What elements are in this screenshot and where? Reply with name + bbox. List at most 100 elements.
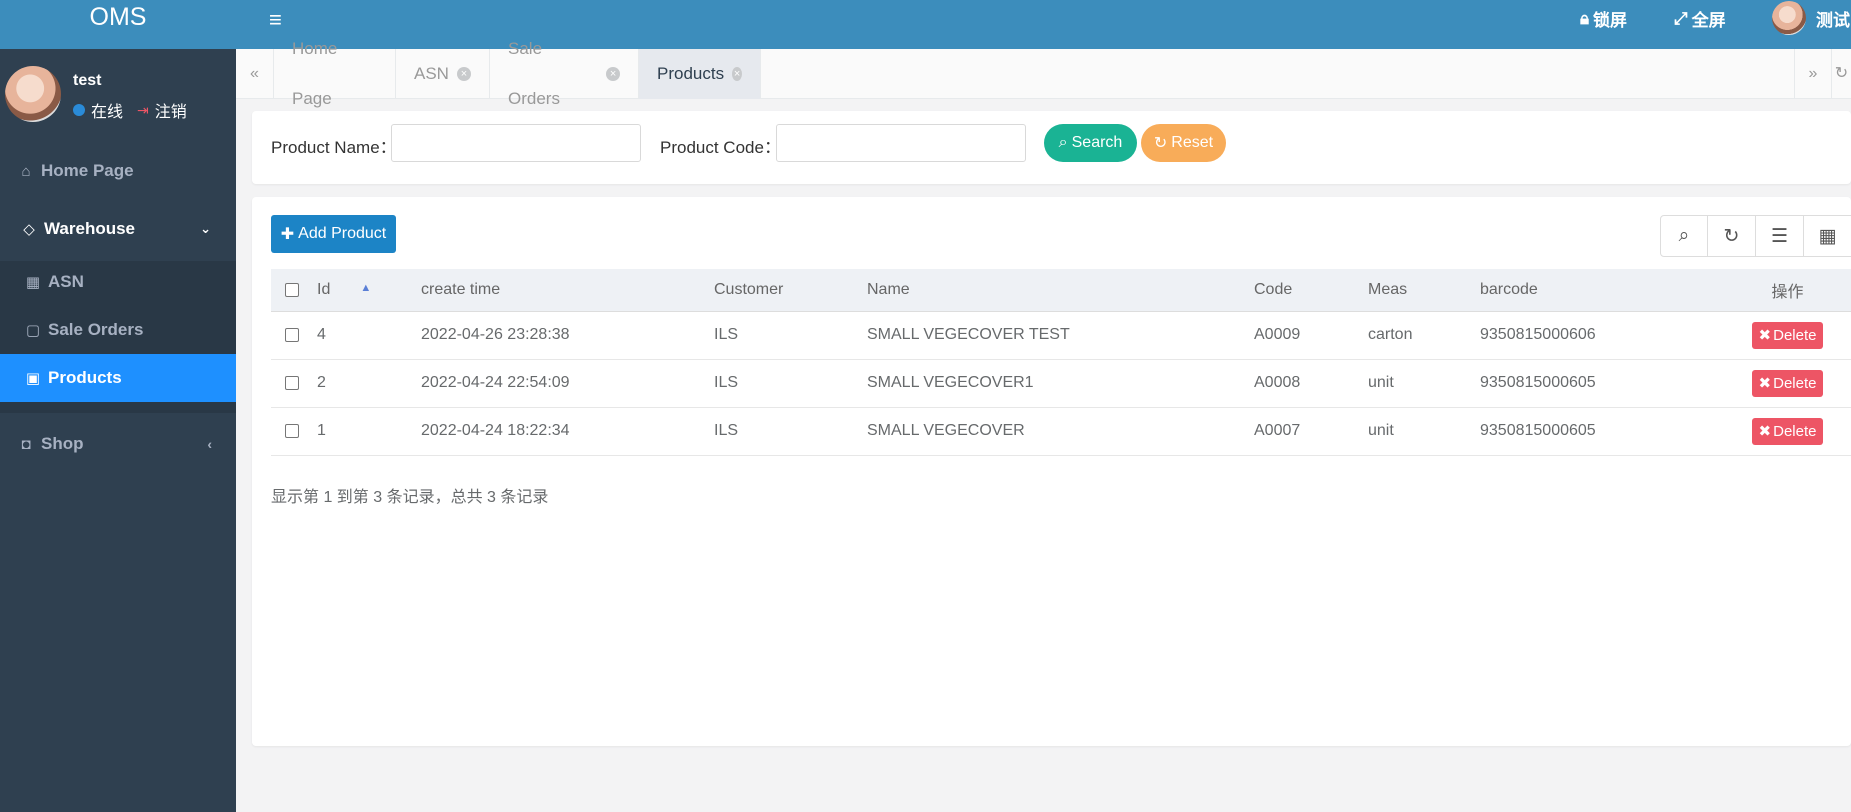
- cell-meas: carton: [1368, 311, 1480, 360]
- table-icon: ▦: [25, 274, 41, 291]
- chevron-left-icon: ‹: [207, 436, 212, 452]
- user-avatar[interactable]: [1772, 1, 1806, 35]
- table-row: 4 2022-04-26 23:28:38 ILS SMALL VEGECOVE…: [271, 311, 1851, 360]
- app-brand[interactable]: OMS: [0, 0, 236, 49]
- refresh-icon: ↻: [1153, 135, 1168, 152]
- cell-create-time: 2022-04-24 22:54:09: [421, 359, 714, 408]
- profile-name: test: [73, 72, 102, 89]
- tab-label: Products: [657, 64, 725, 83]
- column-header-create-time: create time: [421, 269, 714, 312]
- cell-customer: ILS: [714, 407, 867, 456]
- close-icon[interactable]: ×: [732, 67, 742, 81]
- column-header-meas: Meas: [1368, 269, 1480, 312]
- sidebar-item-label: Warehouse: [44, 219, 136, 238]
- menu-toggle-icon[interactable]: ≡: [269, 7, 282, 33]
- column-header-name: Name: [867, 269, 1254, 312]
- cell-code: A0007: [1254, 407, 1368, 456]
- product-name-input[interactable]: [391, 124, 641, 162]
- top-navbar: ≡ 🔒︎ 锁屏 ⤢ 全屏 测试: [236, 0, 1851, 49]
- cell-create-time: 2022-04-26 23:28:38: [421, 311, 714, 360]
- search-button[interactable]: ⌕ Search: [1044, 124, 1137, 162]
- column-header-label: Id: [317, 280, 331, 298]
- logout-link[interactable]: 注销: [155, 98, 187, 122]
- tabs-scroll-left-icon[interactable]: «: [236, 49, 274, 99]
- delete-button[interactable]: ✖ Delete: [1751, 321, 1824, 349]
- cell-name: SMALL VEGECOVER: [867, 407, 1254, 456]
- tab-label: ASN: [414, 64, 449, 83]
- logout-icon[interactable]: ⇥: [137, 102, 149, 119]
- online-dot-icon: [73, 104, 85, 116]
- toggle-search-button[interactable]: ⌕: [1660, 215, 1708, 257]
- delete-label: Delete: [1773, 374, 1817, 392]
- cell-barcode: 9350815000606: [1480, 311, 1724, 360]
- delete-label: Delete: [1773, 422, 1817, 440]
- sidebar-item-label: ASN: [48, 272, 84, 291]
- cell-code: A0009: [1254, 311, 1368, 360]
- cell-create-time: 2022-04-24 18:22:34: [421, 407, 714, 456]
- sidebar-item-asn[interactable]: ▦ ASN: [0, 266, 236, 298]
- product-code-label: Product Code：: [660, 138, 781, 157]
- online-status-text: 在线: [91, 104, 124, 121]
- tab-asn[interactable]: ASN ×: [396, 49, 490, 99]
- columns-button[interactable]: ▦: [1804, 215, 1851, 257]
- page-tabs: « Home Page ASN × Sale Orders × Products…: [236, 39, 1851, 108]
- sidebar-item-sale-orders[interactable]: ▢ Sale Orders: [0, 314, 236, 346]
- lock-icon: 🔒︎: [1580, 8, 1590, 28]
- table-toolbar: ⌕ ↻ ☰ ▦: [1660, 215, 1851, 257]
- product-name-label: Product Name：: [271, 138, 397, 157]
- diamond-icon: ◇: [23, 221, 35, 238]
- row-checkbox[interactable]: [285, 327, 299, 342]
- expand-icon: ⤢: [1674, 8, 1688, 28]
- fullscreen-button[interactable]: ⤢ 全屏: [1674, 6, 1726, 31]
- search-icon: ⌕: [1678, 225, 1690, 246]
- user-menu[interactable]: 测试: [1816, 6, 1850, 31]
- column-header-id[interactable]: Id ▲: [317, 269, 421, 312]
- tab-products[interactable]: Products ×: [639, 49, 761, 99]
- sidebar-item-label: Sale Orders: [48, 320, 144, 339]
- reset-button[interactable]: ↻ Reset: [1141, 124, 1226, 162]
- tab-label: Sale Orders: [508, 39, 560, 108]
- fullscreen-label: 全屏: [1691, 11, 1726, 30]
- refresh-icon: ↻: [1723, 225, 1740, 247]
- cell-code: A0008: [1254, 359, 1368, 408]
- cell-barcode: 9350815000605: [1480, 359, 1724, 408]
- column-header-code: Code: [1254, 269, 1368, 312]
- tabs-scroll-right-icon[interactable]: »: [1794, 49, 1831, 99]
- sidebar-item-products[interactable]: ▣ Products: [0, 354, 236, 402]
- profile-avatar[interactable]: [5, 66, 61, 122]
- delete-label: Delete: [1773, 326, 1817, 344]
- sidebar-item-shop[interactable]: ◘ Shop ‹: [0, 427, 236, 461]
- search-icon: ⌕: [1058, 134, 1068, 151]
- cell-name: SMALL VEGECOVER TEST: [867, 311, 1254, 360]
- delete-button[interactable]: ✖ Delete: [1751, 417, 1824, 445]
- cell-meas: unit: [1368, 359, 1480, 408]
- search-button-label: Search: [1071, 134, 1123, 151]
- list-icon: ☰: [1770, 225, 1789, 247]
- sidebar-item-label: Home Page: [41, 161, 134, 180]
- select-all-checkbox[interactable]: [285, 282, 299, 297]
- product-code-input[interactable]: [776, 124, 1026, 162]
- lock-screen-button[interactable]: 🔒︎ 锁屏: [1580, 6, 1627, 31]
- delete-button[interactable]: ✖ Delete: [1751, 369, 1824, 397]
- row-checkbox[interactable]: [285, 423, 299, 438]
- sidebar: OMS test 在线 ⇥ 注销 ⌂ Home Page ◇ Warehouse…: [0, 0, 236, 812]
- cell-customer: ILS: [714, 311, 867, 360]
- refresh-tab-icon[interactable]: ↻: [1831, 49, 1851, 99]
- lock-screen-label: 锁屏: [1593, 11, 1628, 30]
- tab-sale-orders[interactable]: Sale Orders ×: [490, 39, 639, 108]
- pagination-info: 显示第 1 到第 3 条记录，总共 3 条记录: [271, 489, 549, 506]
- toggle-view-button[interactable]: ☰: [1756, 215, 1804, 257]
- sidebar-item-home[interactable]: ⌂ Home Page: [0, 155, 236, 187]
- refresh-button[interactable]: ↻: [1708, 215, 1756, 257]
- close-icon: ✖: [1758, 423, 1772, 440]
- column-header-barcode: barcode: [1480, 269, 1724, 312]
- note-icon: ▢: [25, 322, 41, 339]
- tab-home-page[interactable]: Home Page: [274, 39, 396, 108]
- row-checkbox[interactable]: [285, 375, 299, 390]
- shopping-bag-icon: ◘: [21, 435, 31, 453]
- sidebar-item-warehouse[interactable]: ◇ Warehouse ⌄: [0, 209, 236, 249]
- add-product-button[interactable]: ✚ Add Product: [271, 215, 396, 253]
- table-row: 2 2022-04-24 22:54:09 ILS SMALL VEGECOVE…: [271, 359, 1851, 408]
- close-icon[interactable]: ×: [606, 67, 620, 81]
- close-icon[interactable]: ×: [456, 67, 471, 81]
